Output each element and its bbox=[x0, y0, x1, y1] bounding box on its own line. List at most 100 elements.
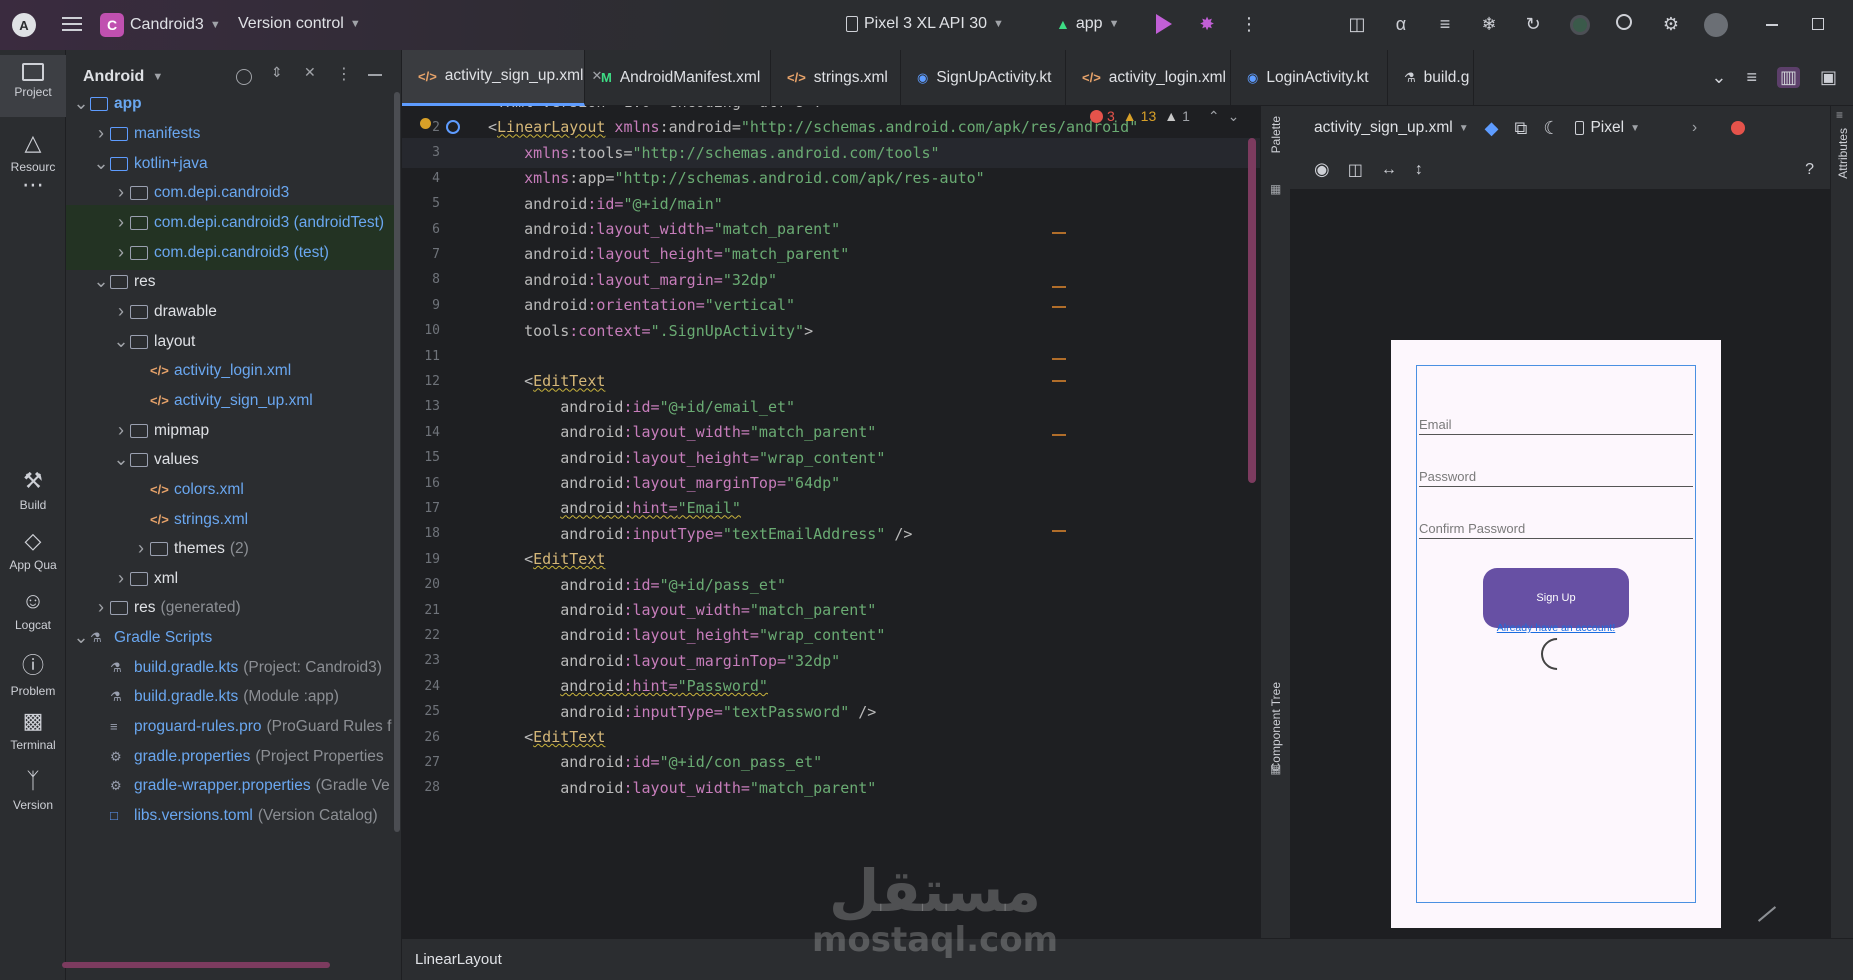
hide-panel-icon[interactable] bbox=[368, 74, 382, 76]
tool-project[interactable]: Project bbox=[0, 55, 66, 117]
tool-terminal[interactable]: ▩ Terminal bbox=[0, 708, 66, 752]
device-preview-selector[interactable]: Pixel ▼ bbox=[1575, 119, 1640, 137]
editor-scrollbar[interactable] bbox=[1248, 138, 1256, 483]
expand-all-icon[interactable]: ⇕ bbox=[271, 64, 283, 81]
tab-androidmanifest-xml[interactable]: M AndroidManifest.xml bbox=[585, 49, 771, 106]
more-actions-icon[interactable]: ⋮ bbox=[1238, 13, 1260, 35]
tab-strings-xml[interactable]: </> strings.xml bbox=[771, 49, 901, 106]
search-icon[interactable] bbox=[1616, 14, 1632, 30]
design-canvas[interactable]: Email Password Confirm Password Sign Up … bbox=[1290, 190, 1810, 938]
next-highlight-icon[interactable]: ⌄ bbox=[1228, 108, 1240, 125]
night-mode-icon[interactable]: ☾ bbox=[1543, 118, 1559, 139]
horizontal-scrollbar[interactable] bbox=[62, 962, 330, 968]
chevron-right-icon[interactable]: › bbox=[132, 538, 150, 559]
horizontal-resize-icon[interactable]: ↔ bbox=[1381, 161, 1397, 179]
android-sdk-icon[interactable]: ❄ bbox=[1478, 13, 1500, 35]
avatar[interactable] bbox=[1704, 13, 1728, 37]
chevron-right-icon[interactable]: › bbox=[112, 182, 130, 203]
code-view-icon[interactable]: ≡ bbox=[1746, 67, 1757, 88]
vertical-resize-icon[interactable]: ↕ bbox=[1415, 161, 1423, 179]
chevron-down-icon[interactable]: ⌄ bbox=[92, 153, 110, 174]
palette-tab[interactable]: Palette bbox=[1269, 116, 1283, 153]
design-surface-icon[interactable]: ◆ bbox=[1485, 118, 1499, 139]
tool-version-control[interactable]: ᛉ Version bbox=[0, 768, 66, 812]
tool-more[interactable]: ⋯ bbox=[0, 172, 66, 198]
confirm-password-edittext[interactable]: Confirm Password bbox=[1419, 521, 1693, 539]
chevron-down-icon[interactable]: ⌄ bbox=[72, 627, 90, 648]
previous-highlight-icon[interactable]: ⌃ bbox=[1208, 108, 1220, 125]
split-view-icon[interactable]: ▥ bbox=[1776, 67, 1800, 88]
sign-up-button[interactable]: Sign Up bbox=[1483, 568, 1629, 628]
version-control-menu[interactable]: Version control ▼ bbox=[238, 15, 361, 33]
resize-handle-icon[interactable] bbox=[1757, 906, 1777, 922]
chevron-right-icon[interactable]: › bbox=[112, 420, 130, 441]
preview-file-selector[interactable]: activity_sign_up.xml bbox=[1314, 119, 1453, 137]
tool-app-quality[interactable]: ◇ App Qua bbox=[0, 528, 66, 572]
code-editor[interactable]: 1 <?xml version="1.0" encoding="utf-8"?> 2… bbox=[402, 106, 1260, 938]
chevron-right-icon[interactable]: › bbox=[112, 301, 130, 322]
chevron-right-icon[interactable]: › bbox=[112, 568, 130, 589]
panel-scrollbar[interactable] bbox=[394, 92, 400, 832]
tree-item[interactable]: □ libs.versions.toml (Version Catalog) bbox=[66, 798, 400, 833]
chevron-right-icon[interactable]: › bbox=[1692, 119, 1697, 137]
maximize-icon[interactable] bbox=[1812, 18, 1824, 30]
linearlayout-bounds[interactable]: Email Password Confirm Password Sign Up … bbox=[1416, 365, 1696, 903]
chevron-right-icon[interactable]: › bbox=[112, 212, 130, 233]
device-selector[interactable]: Pixel 3 XL API 30 ▼ bbox=[846, 15, 1004, 33]
tool-problems[interactable]: ⓘ Problem bbox=[0, 648, 66, 698]
layout-inspector-icon[interactable]: ≡ bbox=[1434, 13, 1456, 35]
tab-activity-login-xml[interactable]: </> activity_login.xml bbox=[1066, 49, 1231, 106]
options-icon[interactable]: ⋮ bbox=[336, 64, 352, 84]
component-tree-icon[interactable]: ▦ bbox=[1270, 762, 1281, 776]
design-view-icon[interactable]: ▣ bbox=[1820, 67, 1837, 88]
inspection-widget[interactable]: 3 ▲ 13 ▲ 1 ⌃ ⌄ bbox=[1090, 106, 1239, 131]
attributes-icon[interactable]: ≡ bbox=[1836, 108, 1843, 122]
chevron-down-icon[interactable]: ⌄ bbox=[1711, 67, 1726, 88]
blueprint-icon[interactable]: ◫ bbox=[1348, 160, 1363, 180]
chevron-down-icon[interactable]: ⌄ bbox=[112, 331, 130, 352]
device-manager-icon[interactable]: ◫ bbox=[1346, 13, 1368, 35]
project-view-selector[interactable]: Android bbox=[83, 68, 144, 86]
tab-loginactivity-kt[interactable]: ◉ LoginActivity.kt bbox=[1231, 49, 1388, 106]
palette-icon[interactable]: ▦ bbox=[1270, 182, 1281, 196]
eye-icon[interactable]: ◉ bbox=[1314, 159, 1330, 180]
lightbulb-icon[interactable] bbox=[420, 118, 431, 129]
already-have-account-link[interactable]: Already have an account! bbox=[1417, 622, 1695, 634]
code-line[interactable]: 28 android:layout_width="match_parent" bbox=[402, 773, 1260, 803]
tool-resource-manager[interactable]: △ Resourc bbox=[0, 130, 66, 174]
locate-file-icon[interactable] bbox=[236, 69, 252, 85]
help-icon[interactable]: ? bbox=[1805, 161, 1814, 179]
main-menu-icon[interactable] bbox=[60, 13, 84, 37]
minimize-icon[interactable] bbox=[1766, 24, 1778, 26]
device-screen[interactable]: Email Password Confirm Password Sign Up … bbox=[1391, 340, 1721, 928]
settings-gear-icon[interactable]: ⚙ bbox=[1660, 13, 1682, 35]
chevron-right-icon[interactable]: › bbox=[92, 597, 110, 618]
render-error-icon[interactable] bbox=[1731, 121, 1746, 135]
gemini-status-icon[interactable] bbox=[1570, 15, 1590, 35]
orientation-icon[interactable]: ⧉ bbox=[1514, 118, 1527, 139]
chevron-down-icon[interactable]: ▼ bbox=[1459, 123, 1469, 134]
chevron-right-icon[interactable]: › bbox=[92, 123, 110, 144]
run-icon[interactable] bbox=[1156, 14, 1172, 34]
component-tree-tab[interactable]: Component Tree bbox=[1269, 682, 1283, 771]
android-studio-logo-icon[interactable]: A bbox=[12, 13, 36, 37]
project-switcher[interactable]: C Candroid3 ▼ bbox=[100, 13, 221, 37]
attributes-tab[interactable]: Attributes bbox=[1836, 128, 1850, 179]
chevron-down-icon[interactable]: ⌄ bbox=[92, 271, 110, 292]
gutter-linearlayout-icon[interactable] bbox=[446, 120, 460, 134]
chevron-down-icon[interactable]: ▼ bbox=[152, 71, 163, 83]
password-edittext[interactable]: Password bbox=[1419, 469, 1693, 487]
breadcrumb-linearlayout[interactable]: LinearLayout bbox=[415, 951, 502, 968]
chevron-down-icon[interactable]: ⌄ bbox=[72, 93, 90, 114]
sync-gradle-icon[interactable]: ↻ bbox=[1522, 13, 1544, 35]
chevron-down-icon[interactable]: ⌄ bbox=[112, 449, 130, 470]
tab-activity-sign-up-xml[interactable]: </> activity_sign_up.xml ✕ bbox=[402, 49, 602, 106]
translate-icon[interactable]: α bbox=[1390, 13, 1412, 35]
email-edittext[interactable]: Email bbox=[1419, 417, 1693, 435]
collapse-all-icon[interactable]: ✕ bbox=[304, 64, 316, 81]
tab-build-g[interactable]: ⚗ build.g bbox=[1388, 49, 1474, 106]
tool-build[interactable]: ⚒ Build bbox=[0, 468, 66, 512]
run-config-selector[interactable]: ▲ app ▼ bbox=[1056, 15, 1119, 33]
tool-logcat[interactable]: ☺ Logcat bbox=[0, 588, 66, 632]
tab-signupactivity-kt[interactable]: ◉ SignUpActivity.kt bbox=[901, 49, 1066, 106]
